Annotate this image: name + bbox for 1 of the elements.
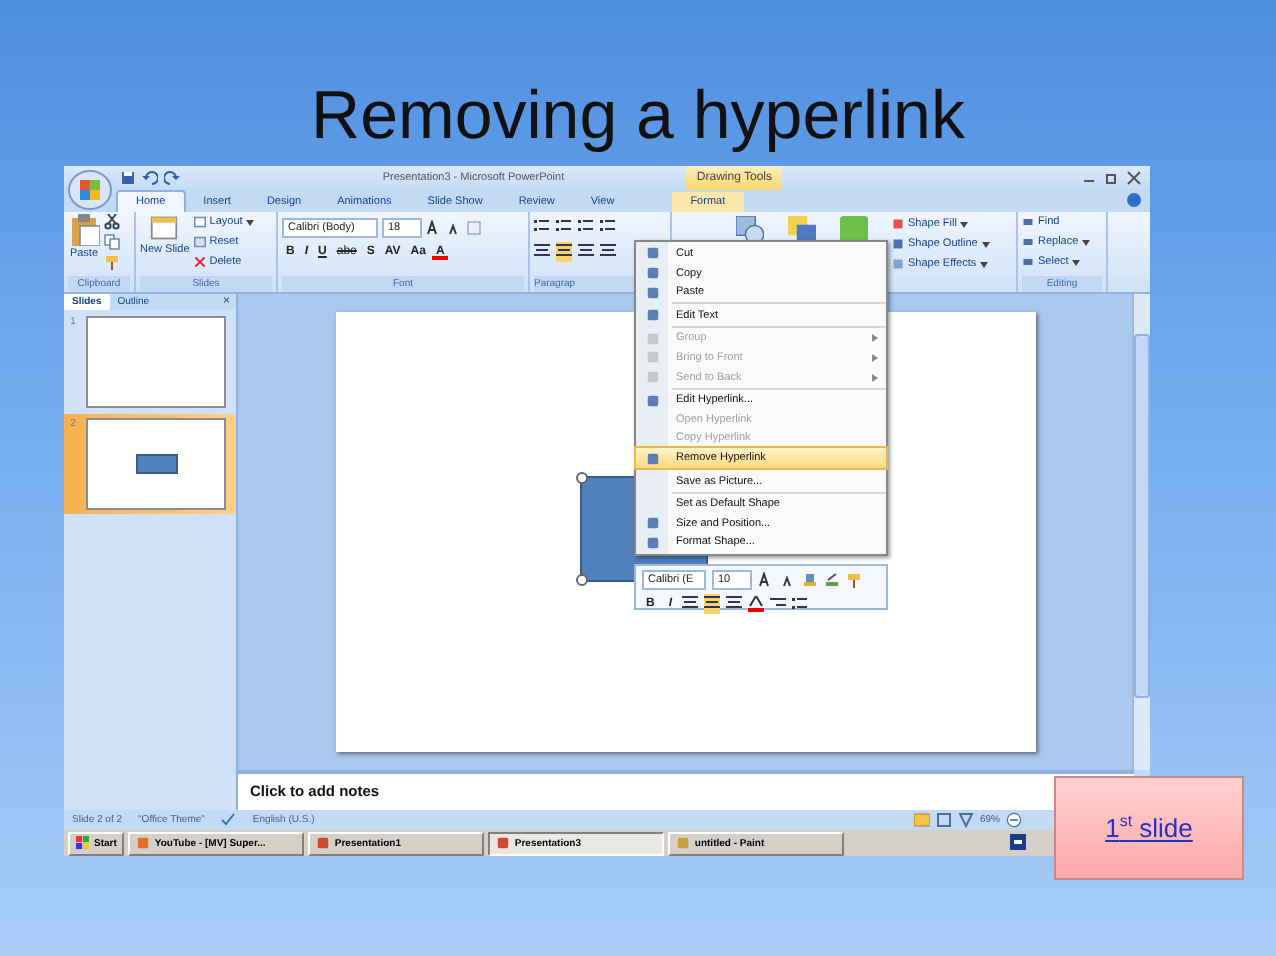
slide-title: Removing a hyperlink: [311, 76, 965, 158]
